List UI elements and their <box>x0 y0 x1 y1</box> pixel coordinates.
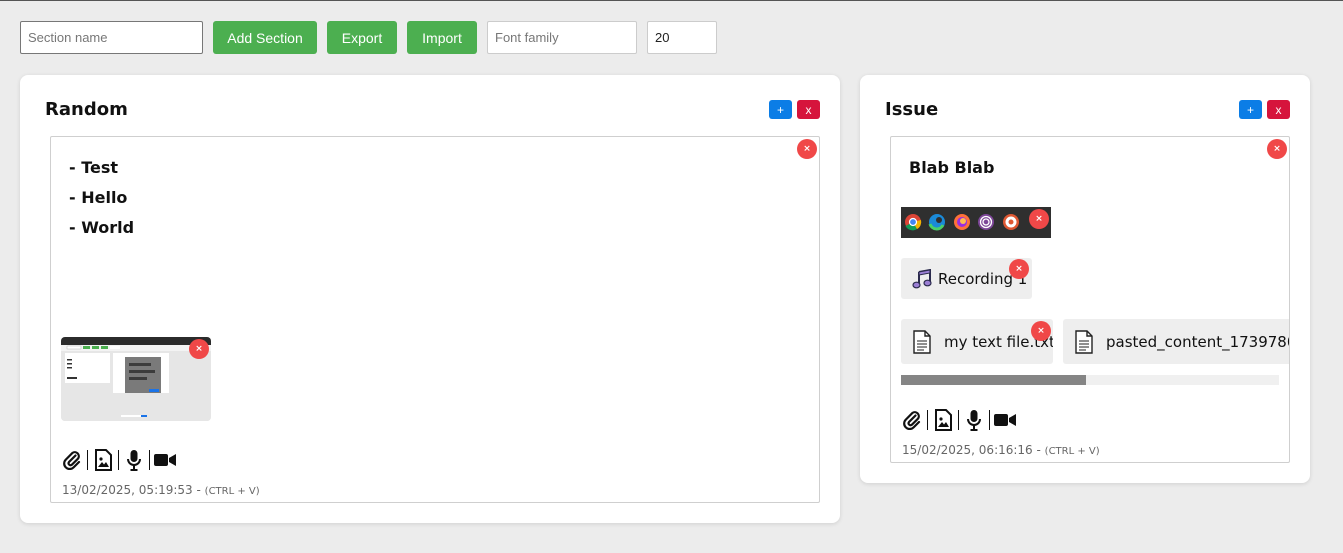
remove-attachment-button[interactable]: × <box>1009 259 1029 279</box>
delete-section-button[interactable]: x <box>1267 100 1290 119</box>
image-file-icon[interactable] <box>932 409 954 431</box>
import-button[interactable]: Import <box>407 21 477 54</box>
note-line: - Hello <box>69 188 128 207</box>
note-actions <box>901 408 1016 432</box>
microphone-icon[interactable] <box>123 449 145 471</box>
add-section-button[interactable]: Add Section <box>213 21 317 54</box>
note-timestamp: 13/02/2025, 05:19:53 - (CTRL + V) <box>62 483 260 497</box>
microphone-icon[interactable] <box>963 409 985 431</box>
paperclip-icon[interactable] <box>61 449 83 471</box>
remove-attachment-button[interactable]: × <box>189 339 209 359</box>
section-name-input[interactable] <box>20 21 203 54</box>
screenshot-thumbnail[interactable]: × <box>61 337 211 421</box>
paste-hint: (CTRL + V) <box>204 486 260 497</box>
paste-hint: (CTRL + V) <box>1044 446 1100 457</box>
file-label: pasted_content_1739780 <box>1106 332 1290 351</box>
divider <box>989 410 990 430</box>
export-button[interactable]: Export <box>327 21 397 54</box>
section-card-random: Random + x × - Test - Hello - World × 13… <box>20 75 840 523</box>
note-card: × Blab Blab × Recording 1 × my text file… <box>890 136 1290 463</box>
delete-section-button[interactable]: x <box>797 100 820 119</box>
note-line: Blab Blab <box>909 158 995 177</box>
note-timestamp: 15/02/2025, 06:16:16 - (CTRL + V) <box>902 443 1100 457</box>
note-actions <box>61 448 176 472</box>
browser-icons-image[interactable]: × <box>901 207 1051 238</box>
note-line: - World <box>69 218 135 237</box>
divider <box>958 410 959 430</box>
divider <box>149 450 150 470</box>
attachments-scrollbar[interactable] <box>901 375 1279 385</box>
remove-note-button[interactable]: × <box>1267 139 1287 159</box>
note-card: × - Test - Hello - World × 13/02/2025, 0… <box>50 136 820 503</box>
file-attachment[interactable]: my text file.txt <box>901 319 1053 364</box>
music-note-icon <box>912 268 932 289</box>
remove-attachment-button[interactable]: × <box>1029 209 1049 229</box>
section-card-issue: Issue + x × Blab Blab × Recording 1 × my… <box>860 75 1310 483</box>
document-icon <box>912 329 932 354</box>
remove-note-button[interactable]: × <box>797 139 817 159</box>
add-note-button[interactable]: + <box>769 100 792 119</box>
add-note-button[interactable]: + <box>1239 100 1262 119</box>
browser-icons-picture <box>901 207 1051 238</box>
timestamp-text: 15/02/2025, 06:16:16 - <box>902 443 1041 457</box>
document-icon <box>1074 329 1094 354</box>
video-camera-icon[interactable] <box>154 449 176 471</box>
divider <box>927 410 928 430</box>
font-size-input[interactable] <box>647 21 717 54</box>
section-title: Issue <box>885 99 939 120</box>
file-attachment[interactable]: pasted_content_1739780 <box>1063 319 1290 364</box>
scrollbar-thumb[interactable] <box>901 375 1087 385</box>
note-line: - Test <box>69 158 119 177</box>
font-family-input[interactable] <box>487 21 637 54</box>
remove-attachment-button[interactable]: × <box>1031 321 1051 341</box>
timestamp-text: 13/02/2025, 05:19:53 - <box>62 483 201 497</box>
divider <box>87 450 88 470</box>
section-title: Random <box>45 99 128 120</box>
paperclip-icon[interactable] <box>901 409 923 431</box>
divider <box>118 450 119 470</box>
image-file-icon[interactable] <box>92 449 114 471</box>
video-camera-icon[interactable] <box>994 409 1016 431</box>
